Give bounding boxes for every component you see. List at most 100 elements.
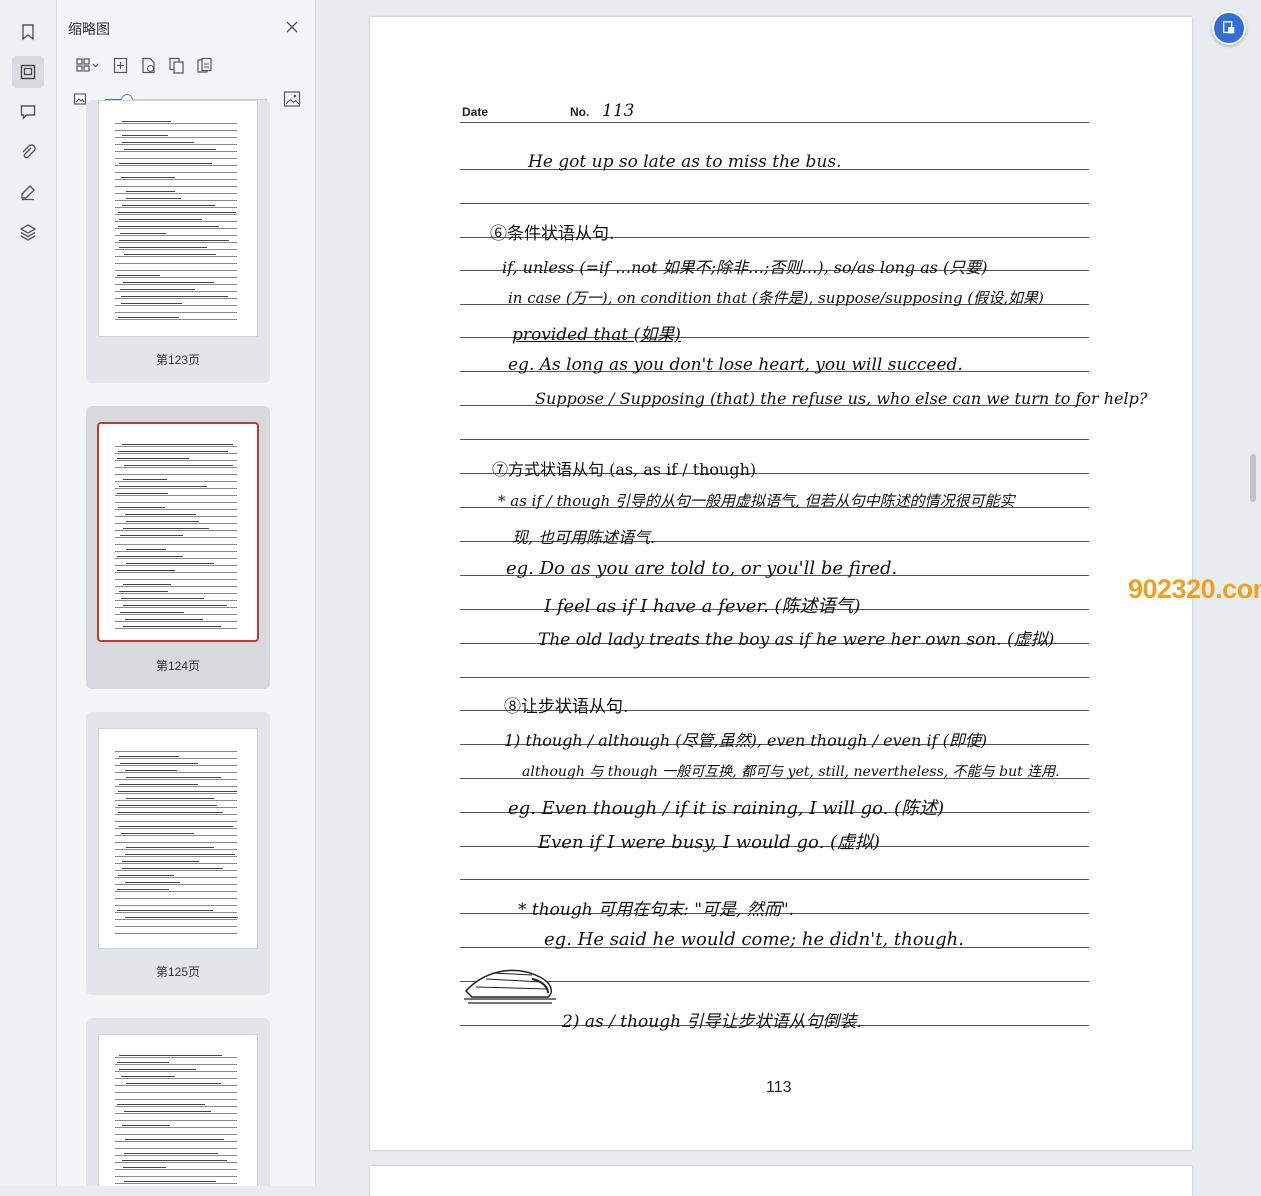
thumb-handwriting [118,451,228,452]
page-thumbnail[interactable] [98,728,258,949]
thumb-handwriting [121,303,182,304]
thumb-ruled-line [115,172,237,173]
thumb-handwriting [123,626,221,627]
thumb-ruled-line [115,926,237,927]
text-line: Even if I were busy, I would go. (虚拟) [538,832,881,853]
grid-view-icon[interactable] [73,54,103,76]
text-line: eg. Do as you are told to, or you'll be … [506,558,898,579]
insert-file-icon[interactable] [137,54,159,76]
ruled-line [460,203,1089,204]
bookmark-icon[interactable] [12,16,44,48]
thumbnail-label: 第124页 [155,659,201,673]
thumb-handwriting [122,135,168,136]
thumb-ruled-line [115,891,237,892]
thumb-ruled-line [115,572,237,573]
ruled-line [460,879,1089,880]
thumbnail-item[interactable]: 第125页 [86,712,270,995]
thumb-ruled-line [115,1071,237,1072]
comment-icon[interactable] [12,96,44,128]
thumb-ruled-line [115,235,237,236]
thumb-ruled-line [115,516,237,517]
thumb-handwriting [126,198,181,199]
thumb-handwriting [117,458,189,459]
thumb-ruled-line [115,565,237,566]
thumb-ruled-line [115,1092,237,1093]
thumb-handwriting [125,917,238,918]
thumb-ruled-line [115,481,237,482]
thumb-handwriting [122,1125,170,1126]
thumb-ruled-line [115,249,237,250]
insert-page-icon[interactable] [109,54,131,76]
extract-page-icon[interactable] [165,54,187,76]
section-heading: ⑥条件状语从句. [490,224,615,244]
thumb-ruled-line [115,256,237,257]
thumb-handwriting [123,605,227,606]
thumb-ruled-line [115,284,237,285]
thumb-ruled-line [115,586,237,587]
thumbnail-item[interactable] [86,1018,270,1186]
thumb-ruled-line [115,530,237,531]
thumb-ruled-line [115,270,237,271]
page-thumbnail[interactable] [97,422,259,642]
page-thumbnail[interactable] [98,100,258,337]
thumb-handwriting [124,1181,216,1182]
thumb-ruled-line [115,1183,237,1184]
close-icon[interactable] [283,18,301,36]
thumb-handwriting [124,465,233,466]
ai-assistant-button[interactable] [1212,11,1246,45]
vertical-scrollbar-thumb[interactable] [1250,454,1256,502]
section-heading: ⑦方式状语从句 (as, as if / though) [492,460,757,479]
left-icon-rail [0,0,57,1186]
thumb-handwriting [117,275,160,276]
page-number: 113 [766,1079,792,1096]
attachment-icon[interactable] [12,136,44,168]
thumb-ruled-line [115,849,237,850]
page-thumbnail[interactable] [98,1034,258,1186]
thumb-handwriting [119,756,179,757]
thumb-ruled-line [115,807,237,808]
thumb-ruled-line [115,1169,237,1170]
thumb-ruled-line [115,863,237,864]
thumbnail-item-selected[interactable]: 第124页 [86,406,270,689]
train-doodle-icon [464,969,556,1004]
thumb-handwriting [125,619,203,620]
thumb-handwriting [117,910,213,911]
small-image-icon[interactable] [73,92,87,111]
thumbnail-item[interactable]: 第123页 [86,100,270,383]
document-tool-icon [1223,21,1235,34]
thumb-handwriting [118,791,237,792]
thumb-handwriting [122,205,215,206]
thumb-handwriting [120,233,166,234]
thumb-ruled-line [115,200,237,201]
ruled-line [460,439,1089,440]
thumb-handwriting [121,1076,175,1077]
section-heading: ⑧让步状语从句. [504,697,629,717]
thumb-handwriting [117,556,183,557]
thumb-handwriting [121,296,228,297]
replace-page-icon[interactable] [193,54,215,76]
thumb-handwriting [119,219,202,220]
thumbnail-icon[interactable] [12,56,44,88]
thumb-ruled-line [115,509,237,510]
thumb-handwriting [123,479,167,480]
thumbnail-toolbar [73,54,221,76]
layers-icon[interactable] [12,216,44,248]
thumb-ruled-line [115,502,237,503]
thumb-handwriting [125,770,177,771]
large-image-icon[interactable] [283,90,301,113]
text-line: although 与 though 一般可互换, 都可与 yet, still,… [522,764,1060,780]
thumb-handwriting [126,798,214,799]
thumb-ruled-line [115,495,237,496]
thumb-ruled-line [115,446,237,447]
thumb-handwriting [118,875,174,876]
text-line: 1) though / although (尽管,虽然), even thoug… [504,731,988,750]
thumb-ruled-line [115,579,237,580]
signature-icon[interactable] [12,176,44,208]
thumb-ruled-line [115,558,237,559]
thumb-ruled-line [115,193,237,194]
thumb-ruled-line [115,898,237,899]
thumb-handwriting [119,486,207,487]
thumb-handwriting [126,521,199,522]
thumb-ruled-line [115,1120,237,1121]
thumb-ruled-line [115,772,237,773]
